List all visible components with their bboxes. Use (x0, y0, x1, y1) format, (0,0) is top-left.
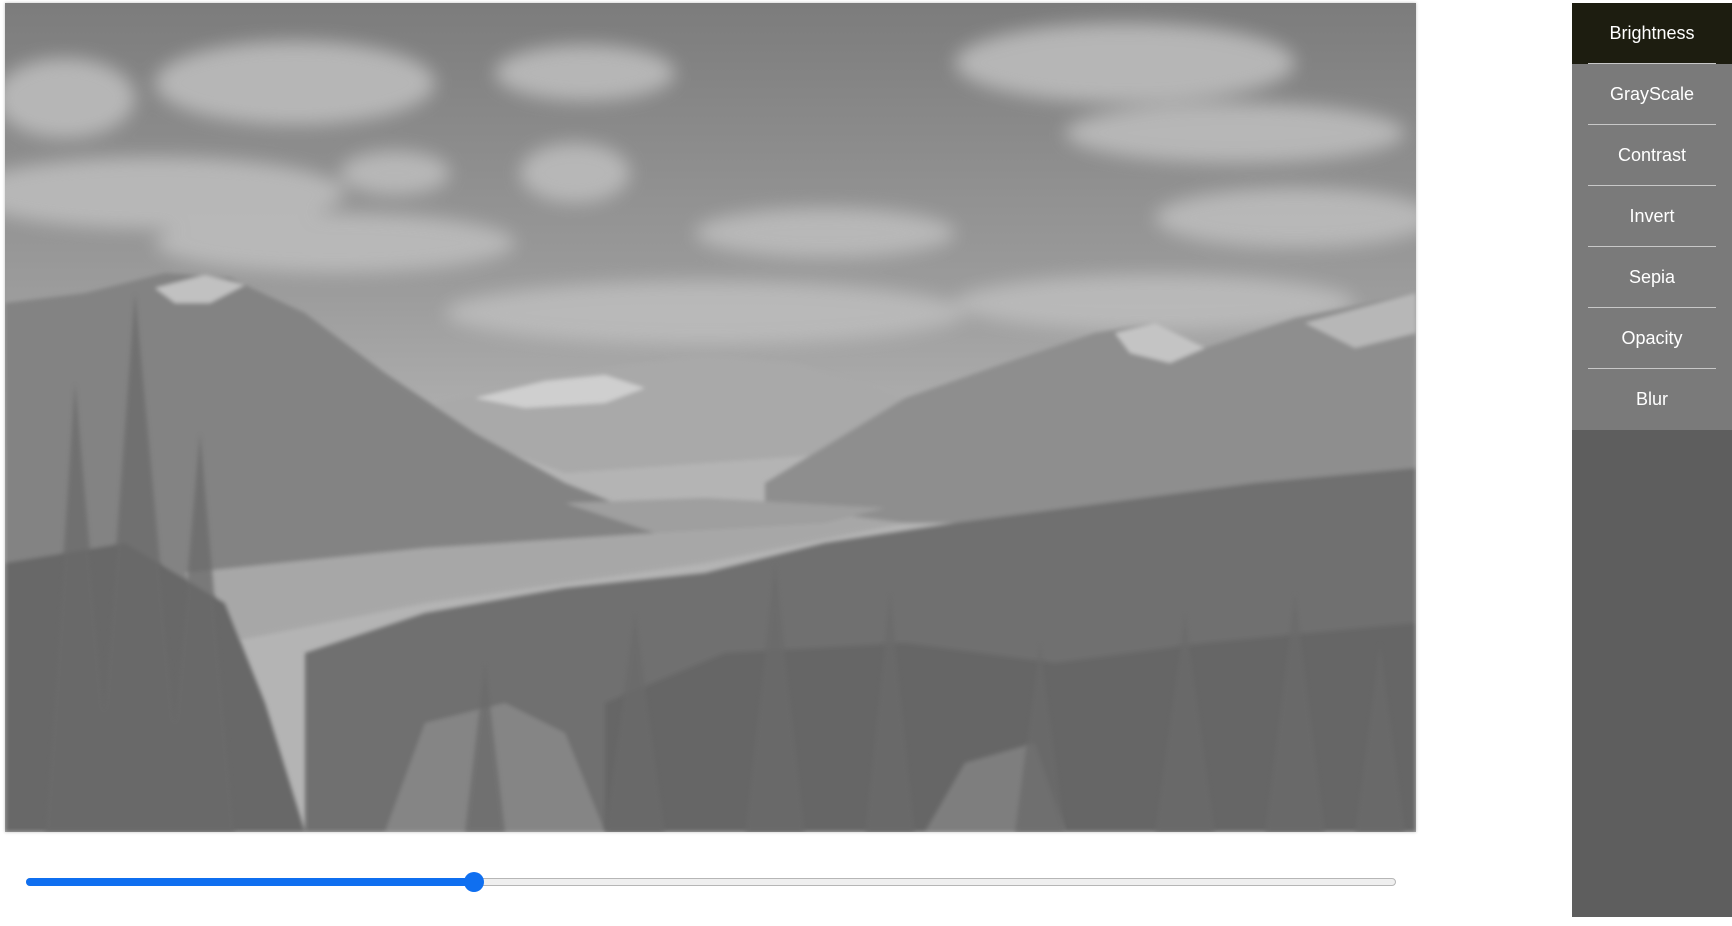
filter-contrast-button[interactable]: Contrast (1572, 125, 1732, 186)
filter-brightness-button[interactable]: Brightness (1572, 3, 1732, 64)
filter-blur-button[interactable]: Blur (1572, 369, 1732, 430)
menu-item-label: Contrast (1617, 145, 1687, 165)
filter-sepia-button[interactable]: Sepia (1572, 247, 1732, 308)
landscape-photo (5, 3, 1416, 832)
menu-item-label: Brightness (1609, 23, 1695, 43)
menu-item-label: Sepia (1628, 267, 1676, 287)
filter-value-slider[interactable] (26, 871, 1396, 893)
menu-item-label: Blur (1635, 389, 1668, 409)
menu-item-label: Invert (1629, 206, 1675, 226)
menu-item-label: GrayScale (1609, 84, 1695, 104)
filter-invert-button[interactable]: Invert (1572, 186, 1732, 247)
image-editor: Brightness GrayScale Contrast Invert Sep… (0, 0, 1732, 926)
filter-opacity-button[interactable]: Opacity (1572, 308, 1732, 369)
filter-grayscale-button[interactable]: GrayScale (1572, 64, 1732, 125)
slider-fill (26, 878, 474, 886)
slider-thumb[interactable] (463, 872, 484, 892)
menu-item-label: Opacity (1621, 328, 1683, 348)
filter-sidebar: Brightness GrayScale Contrast Invert Sep… (1572, 3, 1732, 917)
preview-image (5, 3, 1416, 832)
